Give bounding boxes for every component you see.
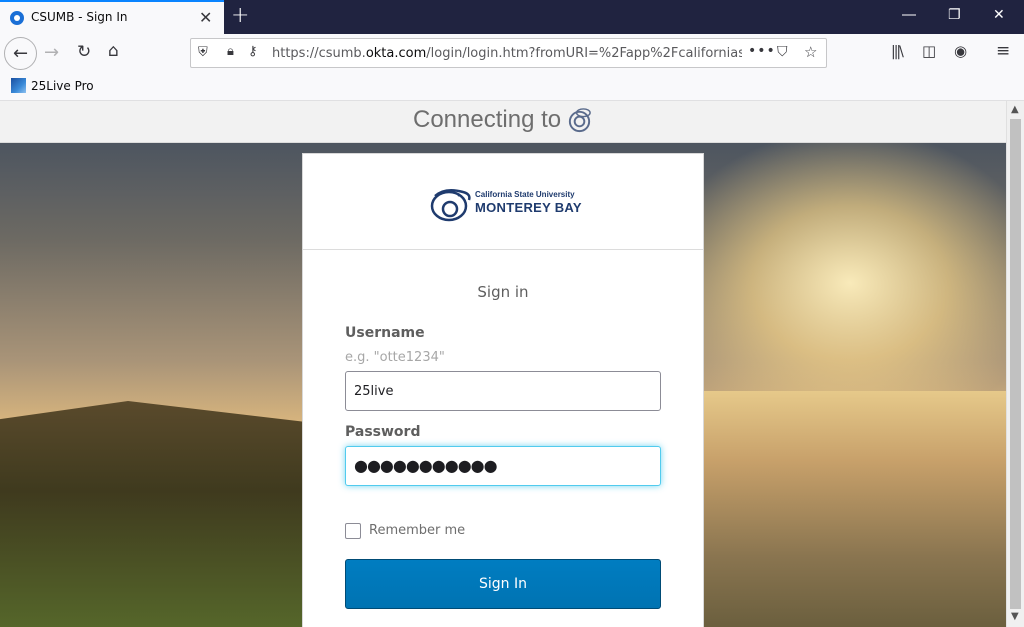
otter-logo-icon xyxy=(568,108,591,133)
home-icon[interactable]: ⌂ xyxy=(108,41,119,61)
connecting-header: Connecting to xyxy=(0,101,1006,143)
menu-hamburger-icon[interactable]: ≡ xyxy=(996,41,1010,61)
connecting-text: Connecting to xyxy=(413,106,562,133)
star-bookmark-icon[interactable]: ☆ xyxy=(804,43,817,61)
remember-me-label[interactable]: Remember me xyxy=(369,523,465,538)
page-scrollbar[interactable]: ▲ ▼ xyxy=(1006,101,1024,627)
lock-icon[interactable]: 🔒︎ xyxy=(227,44,234,59)
plus-icon[interactable]: + xyxy=(231,3,249,28)
username-hint: e.g. "otte1234" xyxy=(345,350,445,365)
password-input[interactable]: ●●●●●●●●●●● xyxy=(345,446,661,486)
csumb-otter-logo-icon xyxy=(430,188,471,222)
bookmark-25live-pro[interactable]: 25Live Pro xyxy=(11,78,94,93)
page-content: Connecting to California State Universit… xyxy=(0,101,1006,627)
username-input[interactable]: 25live xyxy=(345,371,661,411)
scroll-thumb[interactable] xyxy=(1010,119,1021,609)
background-ocean xyxy=(700,391,1006,627)
login-card: California State University MONTEREY BAY… xyxy=(302,153,704,627)
background-cliff xyxy=(0,401,320,627)
signin-button[interactable]: Sign In xyxy=(345,559,661,609)
username-label: Username xyxy=(345,325,425,341)
okta-favicon-icon xyxy=(10,11,24,25)
password-label: Password xyxy=(345,424,421,440)
logo-university-text: California State University xyxy=(475,190,575,199)
logo-campus-text: MONTEREY BAY xyxy=(475,200,582,215)
tab-title: CSUMB - Sign In xyxy=(31,10,128,24)
window-close-icon[interactable]: ✕ xyxy=(993,7,1005,23)
navigation-toolbar: ← → ↻ ⌂ ⛨ 🔒︎ ⚷ https://csumb.okta.com/lo… xyxy=(0,34,1024,73)
browser-tab[interactable]: CSUMB - Sign In ✕ xyxy=(0,0,224,34)
pocket-icon[interactable]: ⛉ xyxy=(777,44,788,60)
scroll-up-arrow-icon[interactable]: ▲ xyxy=(1011,104,1019,115)
reload-icon[interactable]: ↻ xyxy=(77,42,91,62)
url-text[interactable]: https://csumb.okta.com/login/login.htm?f… xyxy=(272,46,742,61)
remember-me-checkbox[interactable] xyxy=(345,523,361,539)
shield-icon[interactable]: ⛨ xyxy=(198,45,208,60)
account-icon[interactable]: ◉ xyxy=(954,42,967,60)
signin-heading: Sign in xyxy=(477,283,529,301)
sidebar-icon[interactable]: ◫ xyxy=(922,42,936,60)
minimize-icon[interactable]: ― xyxy=(902,7,916,23)
back-arrow-icon[interactable]: ← xyxy=(4,37,37,70)
address-bar[interactable]: ⛨ 🔒︎ ⚷ https://csumb.okta.com/login/logi… xyxy=(190,38,827,68)
username-value: 25live xyxy=(354,384,394,399)
bookmark-label: 25Live Pro xyxy=(31,78,94,93)
forward-arrow-icon[interactable]: → xyxy=(44,42,59,63)
close-icon[interactable]: ✕ xyxy=(199,8,212,27)
scroll-down-arrow-icon[interactable]: ▼ xyxy=(1011,611,1019,622)
key-icon[interactable]: ⚷ xyxy=(248,44,258,59)
library-icon[interactable]: |||\ xyxy=(891,44,904,60)
title-bar: CSUMB - Sign In ✕ + ― ❐ ✕ xyxy=(0,0,1024,34)
more-actions-icon[interactable]: ••• xyxy=(748,43,776,59)
restore-icon[interactable]: ❐ xyxy=(948,7,961,23)
25live-favicon-icon xyxy=(11,78,26,93)
password-masked-value: ●●●●●●●●●●● xyxy=(354,456,498,475)
bookmarks-toolbar: 25Live Pro xyxy=(0,73,1024,101)
card-header: California State University MONTEREY BAY xyxy=(303,154,703,250)
